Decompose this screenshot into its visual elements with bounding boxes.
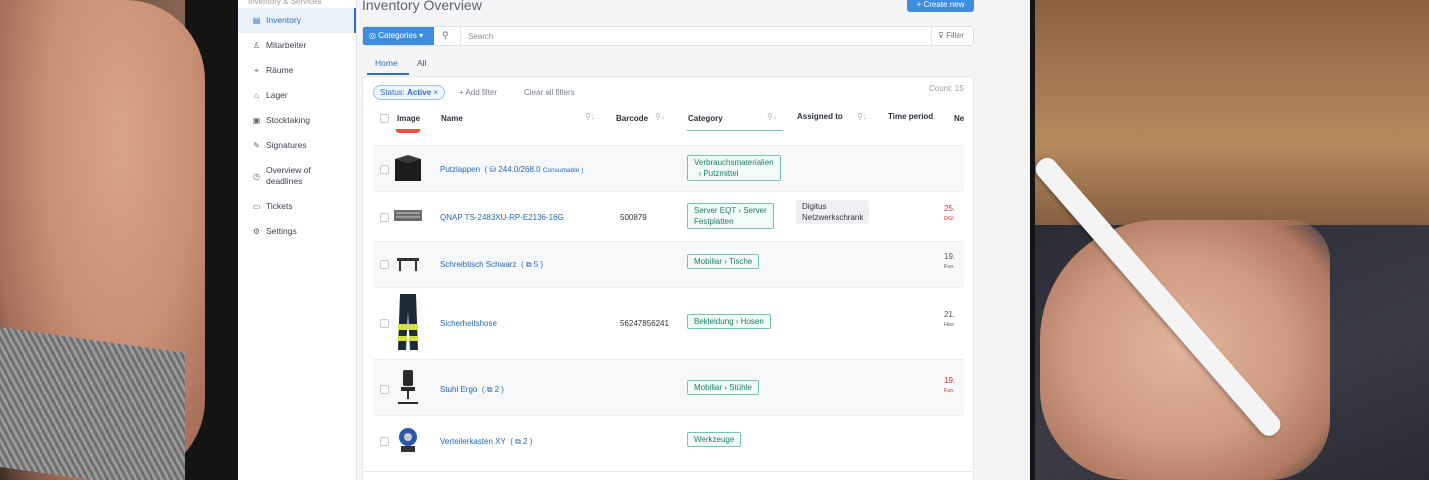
box-thumb (395, 155, 421, 181)
assigned-badge[interactable]: Digitus Netzwerkschrank (796, 200, 870, 224)
categories-button[interactable]: ◎ Categories ▾ (363, 27, 434, 45)
close-icon[interactable]: × (433, 88, 438, 97)
boxes-icon: ▤ (252, 16, 261, 25)
item-name-link[interactable]: Schreibtisch Schwarz ( ⧉ 5 ) (440, 260, 543, 270)
category-tag[interactable]: Mobiliar › Stühle (687, 380, 759, 395)
wristwatch-band (0, 326, 185, 480)
gear-icon: ⚙ (252, 227, 261, 236)
row-checkbox[interactable] (380, 319, 389, 328)
sort-search-icon[interactable]: ⚲↓ (585, 112, 595, 121)
panel-footer-divider (363, 471, 973, 472)
tab-all[interactable]: All (417, 58, 426, 68)
sidebar-item-deadlines[interactable]: ◷ Overview of deadlines (238, 158, 356, 194)
warehouse-icon: ⌂ (254, 91, 259, 100)
category-tag[interactable]: Mobiliar › Tische (687, 254, 760, 269)
ticket-icon: ▭ (252, 202, 261, 211)
search-input[interactable] (460, 27, 930, 45)
cut-off-thumbnail (396, 129, 420, 133)
inventory-panel: Status: Active × + Add filter Clear all … (362, 76, 974, 480)
sidebar-item-lager[interactable]: ⌂ Lager (238, 83, 356, 108)
table-row[interactable]: Schreibtisch Schwarz ( ⧉ 5 ) Mobiliar › … (373, 241, 964, 287)
row-checkbox[interactable] (380, 437, 389, 446)
sidebar-item-signatures[interactable]: ✎ Signatures (238, 133, 356, 158)
sort-search-icon[interactable]: ⚲↓ (857, 112, 867, 121)
next-deadline: 19. Fun (944, 252, 956, 270)
barcode-value: 500879 (620, 213, 647, 222)
clear-filters-button[interactable]: Clear all filters (524, 88, 575, 97)
status-filter-chip[interactable]: Status: Active × (373, 85, 446, 100)
sidebar-item-mitarbeiter[interactable]: ♙ Mitarbeiter (238, 33, 356, 58)
page-title: Inventory Overview (362, 0, 482, 13)
column-assigned[interactable]: Assigned to (797, 112, 843, 121)
filter-button[interactable]: ⊽ Filter (931, 27, 975, 45)
create-new-button[interactable]: + Create new (907, 0, 974, 12)
tab-home[interactable]: Home (375, 58, 398, 68)
table-row[interactable]: Sicherheitshose 56247856241 Bekleidung ›… (373, 287, 964, 359)
sidebar-item-tickets[interactable]: ▭ Tickets (238, 194, 356, 219)
main-content: Inventory Overview + Create new ◎ Catego… (357, 0, 1030, 480)
sidebar-item-stocktaking[interactable]: ▣ Stocktaking (238, 108, 356, 133)
layers-icon: ◎ (369, 31, 379, 40)
column-barcode[interactable]: Barcode (616, 114, 648, 123)
column-image: Image (397, 114, 421, 123)
add-filter-button[interactable]: + Add filter (459, 88, 497, 97)
clipboard-icon: ▣ (252, 116, 261, 125)
row-checkbox[interactable] (380, 260, 389, 269)
barcode-value: 56247856241 (620, 319, 669, 328)
row-checkbox[interactable] (380, 213, 389, 222)
table-header: Image Name ⚲↓ Barcode ⚲↓ Category ⚲↓ Ass… (363, 107, 973, 129)
category-tag[interactable]: Bekleidung › Hosen (687, 314, 771, 329)
category-tag[interactable]: Server EQT › Server Festplatten (687, 203, 774, 229)
table-row[interactable]: Verteilerkasten XY ( ⧉ 2 ) Werkzeuge (373, 415, 964, 467)
next-deadline: 25. DGI (944, 204, 956, 222)
item-name-link[interactable]: QNAP TS-2483XU-RP-E2136-16G (440, 213, 564, 222)
tab-bar: Home All (362, 50, 974, 74)
table-row[interactable]: QNAP TS-2483XU-RP-E2136-16G 500879 Serve… (373, 191, 964, 241)
row-checkbox[interactable] (380, 385, 389, 394)
category-tag[interactable]: Werkzeuge (687, 432, 742, 447)
column-category[interactable]: Category (688, 114, 723, 123)
desk-thumb (397, 258, 419, 271)
select-all-checkbox[interactable] (380, 114, 389, 123)
location-icon: ⌖ (254, 66, 259, 75)
item-count: Count: 15 (929, 84, 964, 93)
sort-search-icon[interactable]: ⚲↓ (767, 112, 777, 121)
next-deadline: 19. Fun (944, 376, 956, 394)
chair-thumb (398, 370, 418, 404)
column-next[interactable]: Ne (954, 114, 964, 123)
right-hand (1040, 220, 1330, 480)
next-deadline: 21. Hos (944, 310, 956, 328)
item-name-link[interactable]: Verteilerkasten XY ( ⧉ 2 ) (440, 437, 532, 447)
funnel-icon: ⊽ (938, 31, 947, 40)
item-name-link[interactable]: Stuhl Ergo ( ⧉ 2 ) (440, 385, 504, 395)
category-tag[interactable]: Verbrauchsmaterialien › Putzmittel (687, 155, 781, 181)
table-row[interactable]: Stuhl Ergo ( ⧉ 2 ) Mobiliar › Stühle 19.… (373, 359, 964, 415)
tablet-screen: Inventory & Services ▤ Inventory ♙ Mitar… (238, 0, 1030, 480)
sort-search-icon[interactable]: ⚲↓ (655, 112, 665, 121)
search-bar: ◎ Categories ▾ ⚲ ⊽ Filter (362, 26, 974, 46)
user-icon: ♙ (252, 41, 261, 50)
server-thumb (394, 210, 422, 221)
sidebar: Inventory & Services ▤ Inventory ♙ Mitar… (238, 0, 357, 480)
item-name-link[interactable]: Sicherheitshose (440, 319, 497, 328)
sidebar-item-raeume[interactable]: ⌖ Räume (238, 58, 356, 83)
cable-reel-thumb (399, 428, 417, 452)
signature-icon: ✎ (253, 141, 260, 150)
clock-icon: ◷ (253, 171, 260, 181)
column-name[interactable]: Name (441, 114, 463, 123)
caret-down-icon: ▾ (416, 31, 424, 40)
search-icon: ⚲ (442, 30, 449, 40)
row-checkbox[interactable] (380, 165, 389, 174)
sidebar-item-settings[interactable]: ⚙ Settings (238, 219, 356, 244)
sidebar-item-inventory[interactable]: ▤ Inventory (238, 8, 356, 33)
column-time-period[interactable]: Time period (888, 112, 933, 121)
item-name-link[interactable]: Putzlappen ( ⛁ 244.0/268.0 Consumable ) (440, 165, 583, 174)
active-tab-indicator (367, 73, 409, 75)
table-row[interactable]: Putzlappen ( ⛁ 244.0/268.0 Consumable ) … (373, 145, 964, 191)
trousers-thumb (398, 294, 418, 350)
cut-off-tag (687, 129, 783, 131)
sidebar-section-label: Inventory & Services (248, 0, 322, 6)
